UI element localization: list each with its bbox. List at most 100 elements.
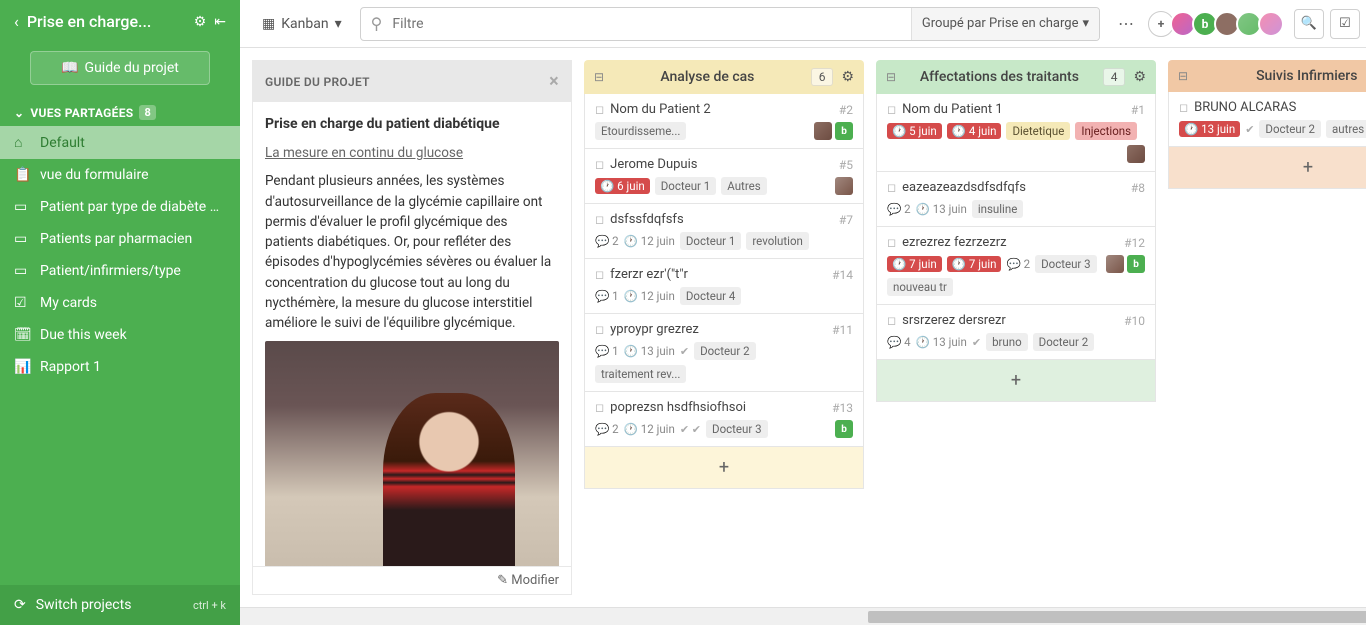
guide-header: GUIDE DU PROJET × — [253, 61, 571, 102]
sidebar-item-infirmiers[interactable]: ▭ Patient/infirmiers/type — [0, 255, 240, 287]
kanban-card[interactable]: ◻ fzerzr ezr'("t"r #14 💬 1🕐 12 juinDocte… — [584, 259, 864, 314]
sidebar-item-patient-type[interactable]: ▭ Patient par type de diabète p... — [0, 191, 240, 223]
checkbox-icon[interactable]: ☑ — [1330, 9, 1360, 39]
comments-count: 💬 2 — [1006, 257, 1030, 271]
kanban-card[interactable]: ◻ BRUNO ALCARAS 🕐 13 juin✔Docteur 2autre… — [1168, 92, 1366, 147]
group-by-select[interactable]: Groupé par Prise en charge ▾ — [911, 8, 1099, 40]
date-badge: 🕐 4 juin — [947, 123, 1002, 139]
pin-icon: ◻ — [595, 103, 604, 116]
kanban-card[interactable]: ◻ Nom du Patient 1 #1 🕐 5 juin🕐 4 juinDi… — [876, 94, 1156, 172]
kanban-card[interactable]: ◻ eazeazeazdsdfsdfqfs #8 💬 2🕐 13 juinins… — [876, 172, 1156, 227]
card-meta: 💬 4🕐 13 juin✔brunoDocteur 2 — [887, 333, 1145, 351]
close-icon[interactable]: × — [549, 71, 559, 92]
guide-button-wrap: 📖 Guide du projet — [0, 43, 240, 97]
view-type-button[interactable]: ▦ Kanban ▾ — [254, 10, 350, 38]
tag: Injections — [1075, 122, 1137, 140]
avatar[interactable] — [1258, 11, 1284, 37]
more-button[interactable]: ⋯ — [1110, 10, 1142, 37]
collapse-icon[interactable]: ⊟ — [594, 70, 604, 84]
column-header: ⊟ Analyse de cas 6 ⚙ — [584, 60, 864, 94]
pin-icon: ◻ — [887, 181, 896, 194]
pin-icon: ◻ — [595, 323, 604, 336]
sidebar-item-rapport[interactable]: 📊 Rapport 1 — [0, 351, 240, 383]
pin-icon: ◻ — [595, 401, 604, 414]
collapse-icon[interactable]: ⊟ — [1178, 69, 1188, 83]
section-header[interactable]: ⌄ VUES PARTAGÉES 8 — [0, 97, 240, 126]
date: 🕐 12 juin — [624, 289, 675, 303]
tag: bruno — [986, 333, 1028, 351]
sidebar-item-pharmacien[interactable]: ▭ Patients par pharmacien — [0, 223, 240, 255]
card-number: #5 — [839, 158, 853, 172]
guide-text: Pendant plusieurs années, les systèmes d… — [265, 171, 559, 333]
filter-input[interactable] — [392, 10, 911, 38]
kanban-content: GUIDE DU PROJET × Prise en charge du pat… — [240, 48, 1366, 607]
kanban-card[interactable]: ◻ poprezsn hsdfhsiofhsoi #13 💬 2🕐 12 jui… — [584, 392, 864, 447]
card-number: #8 — [1131, 181, 1145, 195]
filter-icon: ⚲ — [361, 14, 393, 33]
scroll-thumb[interactable] — [868, 611, 1366, 623]
project-title[interactable]: Prise en charge... — [27, 12, 186, 31]
card-meta: 💬 2🕐 13 juininsuline — [887, 200, 1145, 218]
column-title[interactable]: Analyse de cas — [612, 69, 803, 85]
gear-icon[interactable]: ⚙ — [841, 69, 854, 85]
tag: Etourdisseme... — [595, 122, 686, 140]
tag: Docteur 4 — [680, 287, 742, 305]
sidebar-item-default[interactable]: ⌂ Default — [0, 126, 240, 159]
card-number: #11 — [832, 323, 853, 337]
horizontal-scrollbar[interactable] — [240, 607, 1366, 625]
add-card-button[interactable]: + — [584, 447, 864, 489]
collapse-sidebar-icon[interactable]: ⇤ — [214, 14, 226, 30]
book-icon: ▭ — [14, 263, 30, 279]
chart-icon: 📊 — [14, 359, 30, 375]
add-card-button[interactable]: + — [1168, 147, 1366, 189]
column-count-badge: 4 — [1103, 68, 1126, 86]
tag: Docteur 3 — [706, 420, 768, 438]
collaborator-avatars: + b — [1152, 11, 1284, 37]
pin-icon: ◻ — [887, 314, 896, 327]
kanban-card[interactable]: ◻ Jerome Dupuis #5 🕐 6 juinDocteur 1Autr… — [584, 149, 864, 204]
switch-projects-button[interactable]: ⟳ Switch projects ctrl + k — [0, 585, 240, 625]
sidebar-item-due[interactable]: 🗓 Due this week — [0, 319, 240, 351]
kanban-card[interactable]: ◻ srsrzerez dersrezr #10 💬 4🕐 13 juin✔br… — [876, 305, 1156, 360]
modify-button[interactable]: Modifier — [511, 573, 559, 588]
book-icon: ▭ — [14, 199, 30, 215]
home-icon: ⌂ — [14, 134, 30, 151]
avatar[interactable]: b — [1127, 255, 1145, 273]
kanban-card[interactable]: ◻ Nom du Patient 2 #2 Etourdisseme...b — [584, 94, 864, 149]
card-title: Nom du Patient 2 — [610, 102, 833, 117]
guide-button[interactable]: 📖 Guide du projet — [30, 51, 210, 85]
back-icon[interactable]: ‹ — [14, 12, 19, 31]
card-number: #1 — [1131, 103, 1145, 117]
sidebar-header: ‹ Prise en charge... ⚙ ⇤ — [0, 0, 240, 43]
kanban-card[interactable]: ◻ ezrezrez fezrzezrz #12 🕐 7 juin🕐 7 jui… — [876, 227, 1156, 305]
avatar[interactable] — [1106, 255, 1124, 273]
collapse-icon[interactable]: ⊟ — [886, 70, 896, 84]
sidebar-item-mycards[interactable]: ☑ My cards — [0, 287, 240, 319]
card-number: #12 — [1124, 236, 1145, 250]
gear-icon[interactable]: ⚙ — [1133, 69, 1146, 85]
avatar[interactable]: b — [835, 122, 853, 140]
date-badge: 🕐 5 juin — [887, 123, 942, 139]
sidebar-item-formulaire[interactable]: 📋 vue du formulaire — [0, 159, 240, 191]
search-icon[interactable]: 🔍 — [1294, 9, 1324, 39]
avatar[interactable]: b — [835, 420, 853, 438]
card-title: BRUNO ALCARAS — [1194, 100, 1366, 115]
guide-footer: ✎ Modifier — [253, 566, 571, 594]
sidebar-item-label: vue du formulaire — [40, 167, 149, 183]
add-card-button[interactable]: + — [876, 360, 1156, 402]
column-title[interactable]: Affectations des traitants — [904, 69, 1095, 85]
avatar[interactable] — [835, 177, 853, 195]
card-meta: 💬 2🕐 12 juinDocteur 1revolution — [595, 232, 853, 250]
sidebar: ‹ Prise en charge... ⚙ ⇤ 📖 Guide du proj… — [0, 0, 240, 625]
gear-icon[interactable]: ⚙ — [194, 14, 207, 30]
kanban-card[interactable]: ◻ dsfssfdqfsfs #7 💬 2🕐 12 juinDocteur 1r… — [584, 204, 864, 259]
kanban-card[interactable]: ◻ yproypr grezrez #11 💬 1🕐 13 juin✔Docte… — [584, 314, 864, 392]
sidebar-item-label: My cards — [40, 295, 97, 311]
guide-panel: GUIDE DU PROJET × Prise en charge du pat… — [252, 60, 572, 595]
column-title[interactable]: Suivis Infirmiers — [1196, 68, 1366, 84]
comments-count: 💬 2 — [595, 422, 619, 436]
avatar[interactable] — [1127, 145, 1145, 163]
date: 🕐 13 juin — [624, 344, 675, 358]
card-title: Nom du Patient 1 — [902, 102, 1125, 117]
avatar[interactable] — [814, 122, 832, 140]
